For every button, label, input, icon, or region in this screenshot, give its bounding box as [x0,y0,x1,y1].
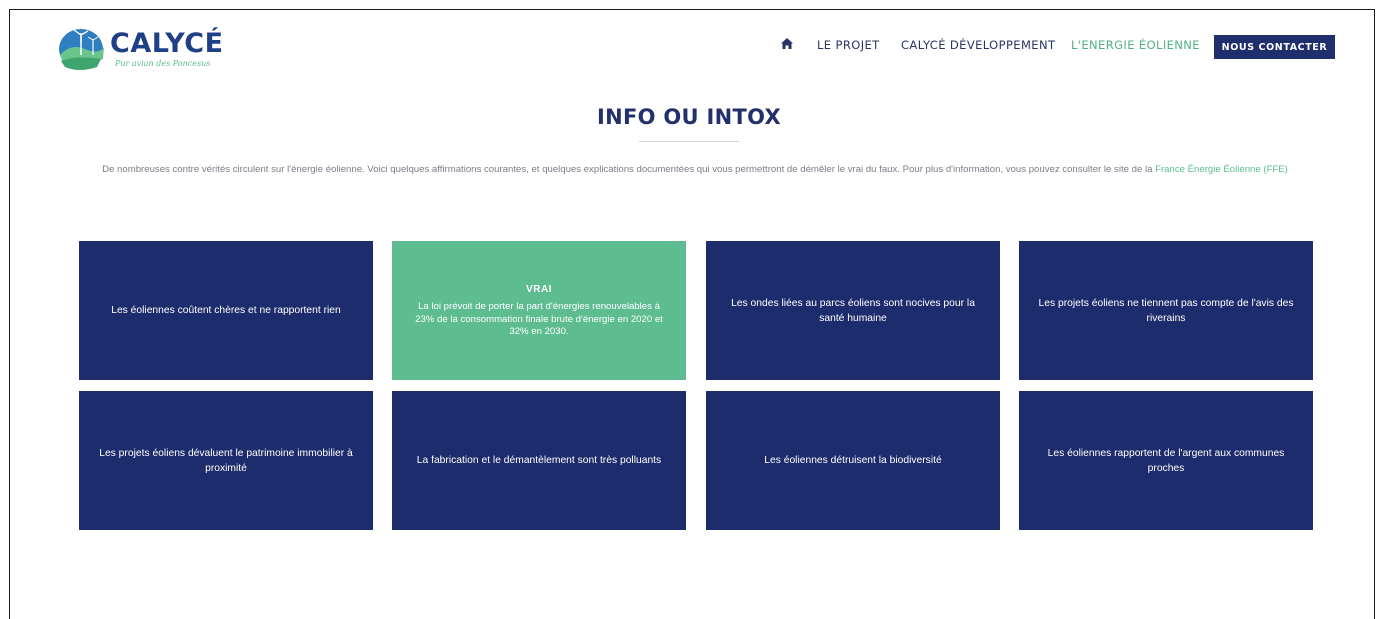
info-card-cout[interactable]: Les éoliennes coûtent chères et ne rappo… [79,241,373,380]
logo-name: CALYCÉ [110,28,224,59]
info-card-communes[interactable]: Les éoliennes rapportent de l'argent aux… [1019,391,1313,530]
card-text: Les ondes liées au parcs éoliens sont no… [731,297,975,324]
card-text: Les projets éoliens dévaluent le patrimo… [99,447,353,474]
card-text: Les éoliennes rapportent de l'argent aux… [1047,447,1285,474]
contact-button[interactable]: NOUS CONTACTER [1214,35,1335,59]
info-card-riverains[interactable]: Les projets éoliens ne tiennent pas comp… [1019,241,1313,380]
info-card-fabrication[interactable]: La fabrication et le démantèlement sont … [392,391,686,530]
card-text: Les éoliennes détruisent la biodiversité [764,455,942,466]
nav-item-energie-eolienne[interactable]: L'ENERGIE ÉOLIENNE [1071,38,1200,52]
intro-text: De nombreuses contre vérités circulent s… [70,162,1320,177]
calyce-logo[interactable]: CALYCÉ Pur avian des Poncesus [57,25,247,73]
card-explanation: La loi prévoit de porter la part d'énerg… [415,301,663,338]
info-card-ondes[interactable]: Les ondes liées au parcs éoliens sont no… [706,241,1000,380]
nav-item-calyce-developpement[interactable]: CALYCÉ DÉVELOPPEMENT [901,38,1055,52]
info-card-patrimoine[interactable]: Les projets éoliens dévaluent le patrimo… [79,391,373,530]
info-card-biodiversite[interactable]: Les éoliennes détruisent la biodiversité [706,391,1000,530]
card-verdict: VRAI [526,284,552,296]
card-text: La fabrication et le démantèlement sont … [416,455,662,466]
logo-emblem-icon [59,29,104,70]
card-text: Les projets éoliens ne tiennent pas comp… [1038,297,1294,324]
ffe-link[interactable]: France Énergie Éolienne (FFE) [1155,164,1288,175]
info-card-revealed[interactable]: VRAI La loi prévoit de porter la part d'… [392,241,686,380]
home-icon[interactable] [780,37,794,51]
title-divider [639,141,739,142]
card-text: Les éoliennes coûtent chères et ne rappo… [111,305,341,316]
nav-item-le-projet[interactable]: LE PROJET [817,38,880,52]
logo-tagline: Pur avian des Poncesus [115,59,211,68]
intro-body: De nombreuses contre vérités circulent s… [102,164,1153,175]
page-title: INFO OU INTOX [596,105,782,129]
